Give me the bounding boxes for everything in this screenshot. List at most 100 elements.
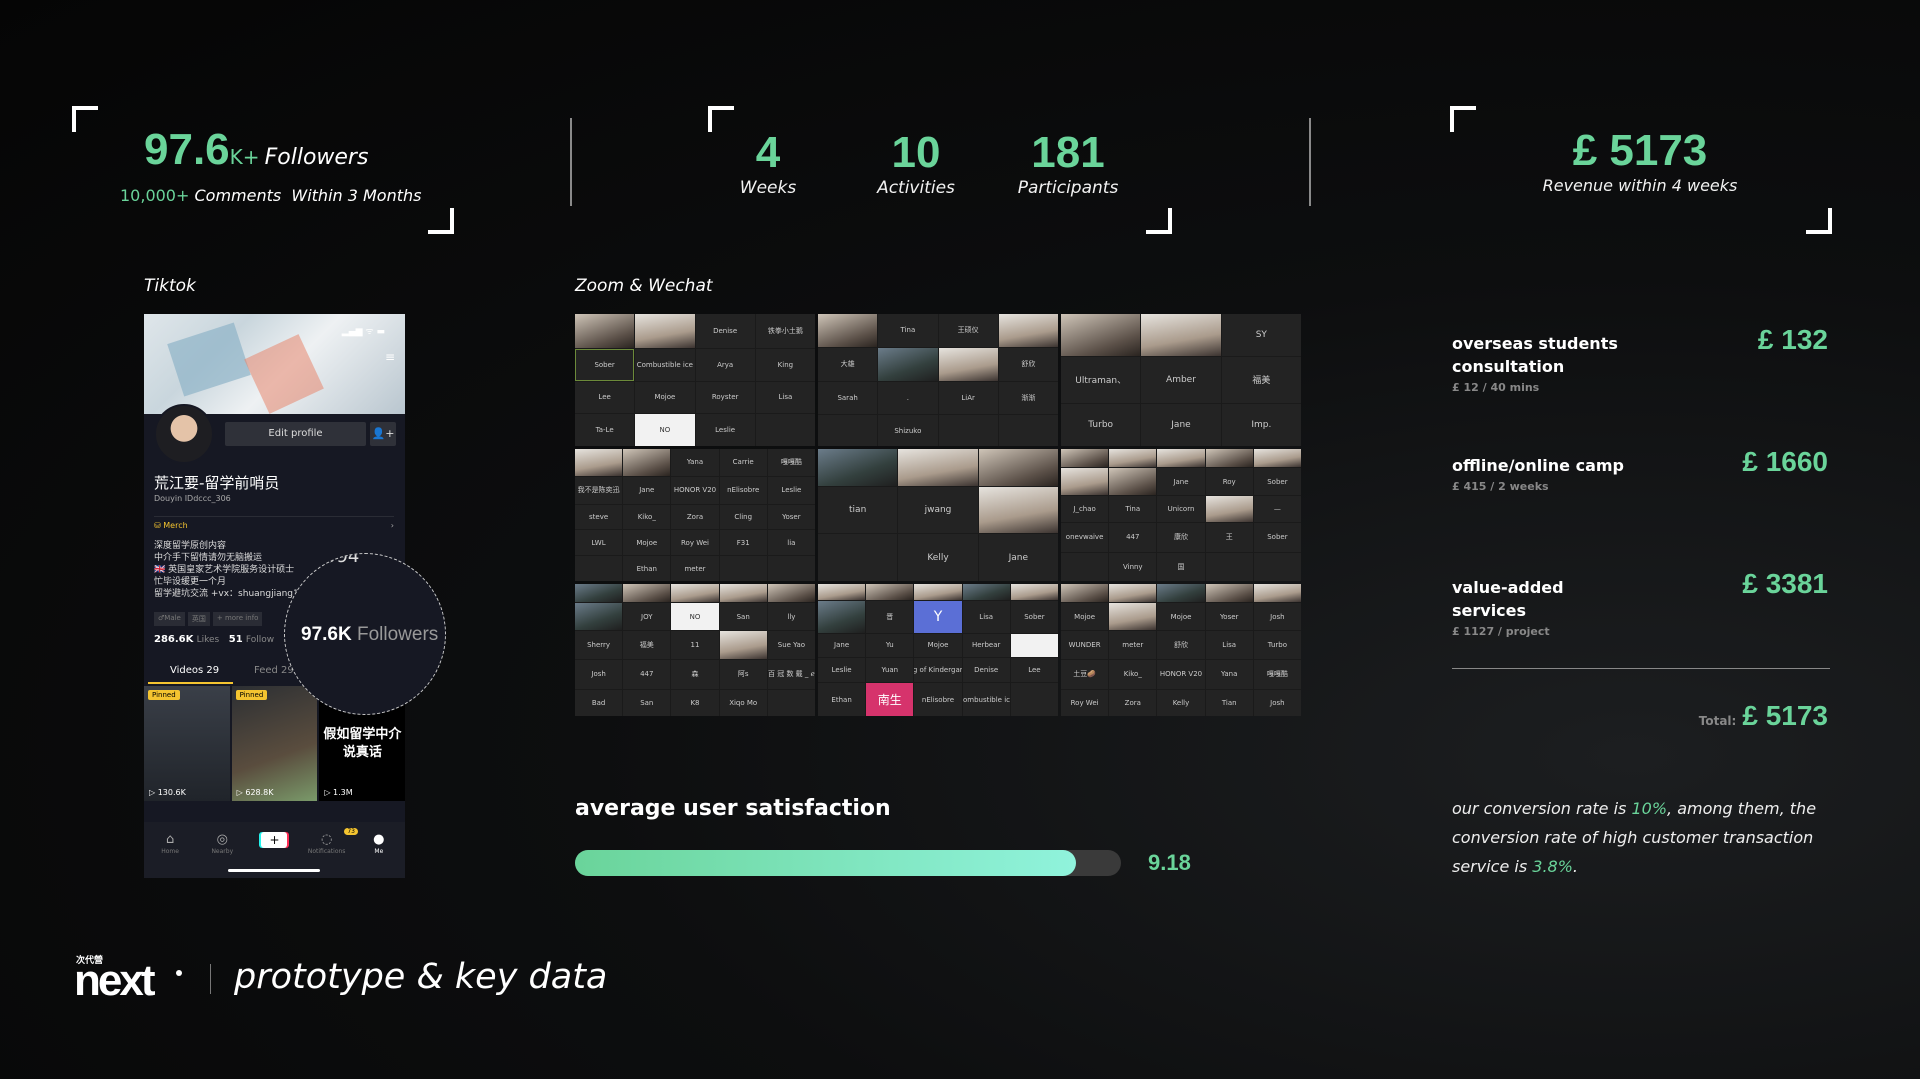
satisfaction-bar-fill [575, 850, 1077, 876]
merch-link[interactable]: ⛁ Merch › [154, 516, 394, 530]
tab-feed[interactable]: Feed 29 [254, 665, 294, 676]
video-thumbnail[interactable]: Pinned ▷ 628.8K [231, 686, 318, 801]
participant-video [978, 449, 1058, 486]
menu-icon[interactable]: ≡ [385, 350, 395, 364]
participant-tile: 王 [1205, 523, 1253, 552]
status-bar: ▂▄▆ ᯤ ▬ [341, 327, 385, 337]
participant-video [623, 584, 671, 603]
participant-tile: Sober [1253, 523, 1301, 552]
add-friend-icon[interactable]: 👤+ [370, 422, 396, 446]
profile-tags: ♂Male 英国 + more info [154, 612, 263, 626]
profile-bio: 深度留学原创内容 中介手下留情请勿无脑搬运 🇬🇧 英国皇家艺术学院服务设计硕士 … [154, 540, 299, 600]
profile-stats: 286.6K Likes 51 Follow 97 [154, 634, 298, 645]
participant-tile: Mojoe [1061, 603, 1109, 630]
participant-tile: Yoser [1205, 603, 1253, 630]
profile-uid: Douyin IDdccc_306 [154, 494, 231, 503]
edit-profile-button[interactable]: Edit profile [225, 422, 366, 446]
participant-tile: Roy [1205, 468, 1253, 495]
tab-videos[interactable]: Videos 29 [170, 665, 219, 676]
participant-tile: Roy Wei [1061, 689, 1109, 716]
slide-title: prototype & key data [234, 957, 608, 997]
participant-tile: 嘎嘎酷 [1253, 660, 1301, 689]
participant-tile: SY [1221, 314, 1301, 357]
footer-divider [210, 964, 211, 994]
divider [570, 118, 572, 206]
video-call-panel: Jane Roy Sober J_chao Tina Unicorn — onevwaive 4… [1061, 449, 1301, 581]
kpi-activities: 10 Activities [856, 128, 976, 198]
kpi-value: 181 [1031, 128, 1105, 177]
participant-tile: Jane [1141, 403, 1221, 446]
notification-badge: 73 [344, 828, 358, 835]
participant-tile: Jane [818, 633, 866, 658]
participant-tile: Zora [671, 504, 719, 530]
pinned-badge: Pinned [148, 690, 180, 700]
message-glyph: ◌ [320, 832, 333, 847]
tag: ♂Male [154, 612, 185, 626]
participant-tile: Roy Wei [671, 530, 719, 556]
revenue-item-rate: £ 1127 / project [1452, 625, 1550, 638]
revenue-total: Total: £ 5173 [1699, 700, 1828, 732]
participant-tile: Arya [695, 348, 755, 381]
participant-tile [575, 556, 623, 581]
nav-home[interactable]: ⌂ Home [150, 832, 190, 855]
tag: 英国 [187, 612, 210, 626]
participant-tile: 嘎嘎酷 [767, 449, 815, 476]
participant-video [671, 584, 719, 603]
participant-tile: Jane [978, 534, 1058, 581]
participant-tile: 森 [671, 660, 719, 689]
participant-tile [755, 414, 815, 446]
participant-tile: Royster [695, 381, 755, 414]
participant-tile: Ultraman、 [1061, 357, 1141, 403]
participant-tile: Kiko_ [1109, 660, 1157, 689]
participant-tile: 福美 [623, 630, 671, 660]
chevron-right-icon: › [390, 521, 394, 530]
nav-create[interactable]: + [254, 832, 294, 848]
participant-tile: Vinny [1109, 552, 1157, 581]
participant-tile: 447 [623, 660, 671, 689]
participant-tile: Carrie [719, 449, 767, 476]
satisfaction-bar [575, 850, 1121, 876]
more-info-tag[interactable]: + more info [212, 612, 263, 626]
participant-tile: onevwaive [1061, 523, 1109, 552]
participant-tile: . [878, 381, 938, 415]
participant-tile: 渐渐 [998, 381, 1058, 415]
bio-line: 🇬🇧 英国皇家艺术学院服务设计硕士 [154, 565, 295, 575]
participant-tile: K8 [671, 689, 719, 716]
participant-tile: Leslie [818, 658, 866, 683]
revenue-item-rate: £ 415 / 2 weeks [1452, 480, 1549, 493]
participant-tile: Tina [878, 314, 938, 347]
participant-tile: HONOR V20 [671, 476, 719, 504]
participant-video [1157, 584, 1205, 603]
participant-tile: 百 冠 数 戴 _ ℯ [767, 660, 815, 689]
conversion-text-part: . [1572, 857, 1579, 876]
corner-bracket [428, 208, 454, 234]
participant-tile: 大雄 [818, 347, 878, 381]
logo: next [74, 956, 156, 1005]
video-thumbnail[interactable]: Pinned ▷ 130.6K [144, 686, 230, 801]
participant-tile: Bad [575, 689, 623, 716]
participant-tile: 晋 [866, 600, 914, 633]
revenue-label: Revenue within 4 weeks [1542, 176, 1738, 195]
participant-tile: tian [818, 486, 898, 534]
revenue-headline: £ 5173 Revenue within 4 weeks [1500, 126, 1780, 195]
nav-nearby[interactable]: ◎ Nearby [202, 832, 242, 855]
participant-tile [1010, 633, 1058, 658]
bio-line: 中介手下留情请勿无脑搬运 [154, 553, 263, 563]
avatar[interactable] [154, 404, 214, 464]
bio-line: 忙毕设缓更一个月 [154, 577, 227, 587]
logo-dot [176, 970, 182, 976]
nav-notifications[interactable]: ◌ 73 Notifications [307, 828, 358, 855]
participant-video [1205, 449, 1253, 468]
participant-tile: 我不是陈奕迅 [575, 476, 623, 504]
participant-video [898, 449, 978, 486]
participant-video [1109, 584, 1157, 603]
video-call-panel: Tina 王硕仪 大雄 舒欣 Sarah. LiAr 渐渐 Shizuko [818, 314, 1058, 446]
participant-tile: Mojoe [1157, 603, 1205, 630]
participant-video [818, 314, 878, 347]
nav-me[interactable]: ● Me [359, 832, 399, 855]
participant-video [1141, 314, 1221, 357]
conversion-text-part: our conversion rate is [1452, 799, 1632, 818]
participant-tile: Mojoe [914, 633, 962, 658]
participant-video [1061, 584, 1109, 603]
participant-tile: LiAr [938, 381, 998, 415]
